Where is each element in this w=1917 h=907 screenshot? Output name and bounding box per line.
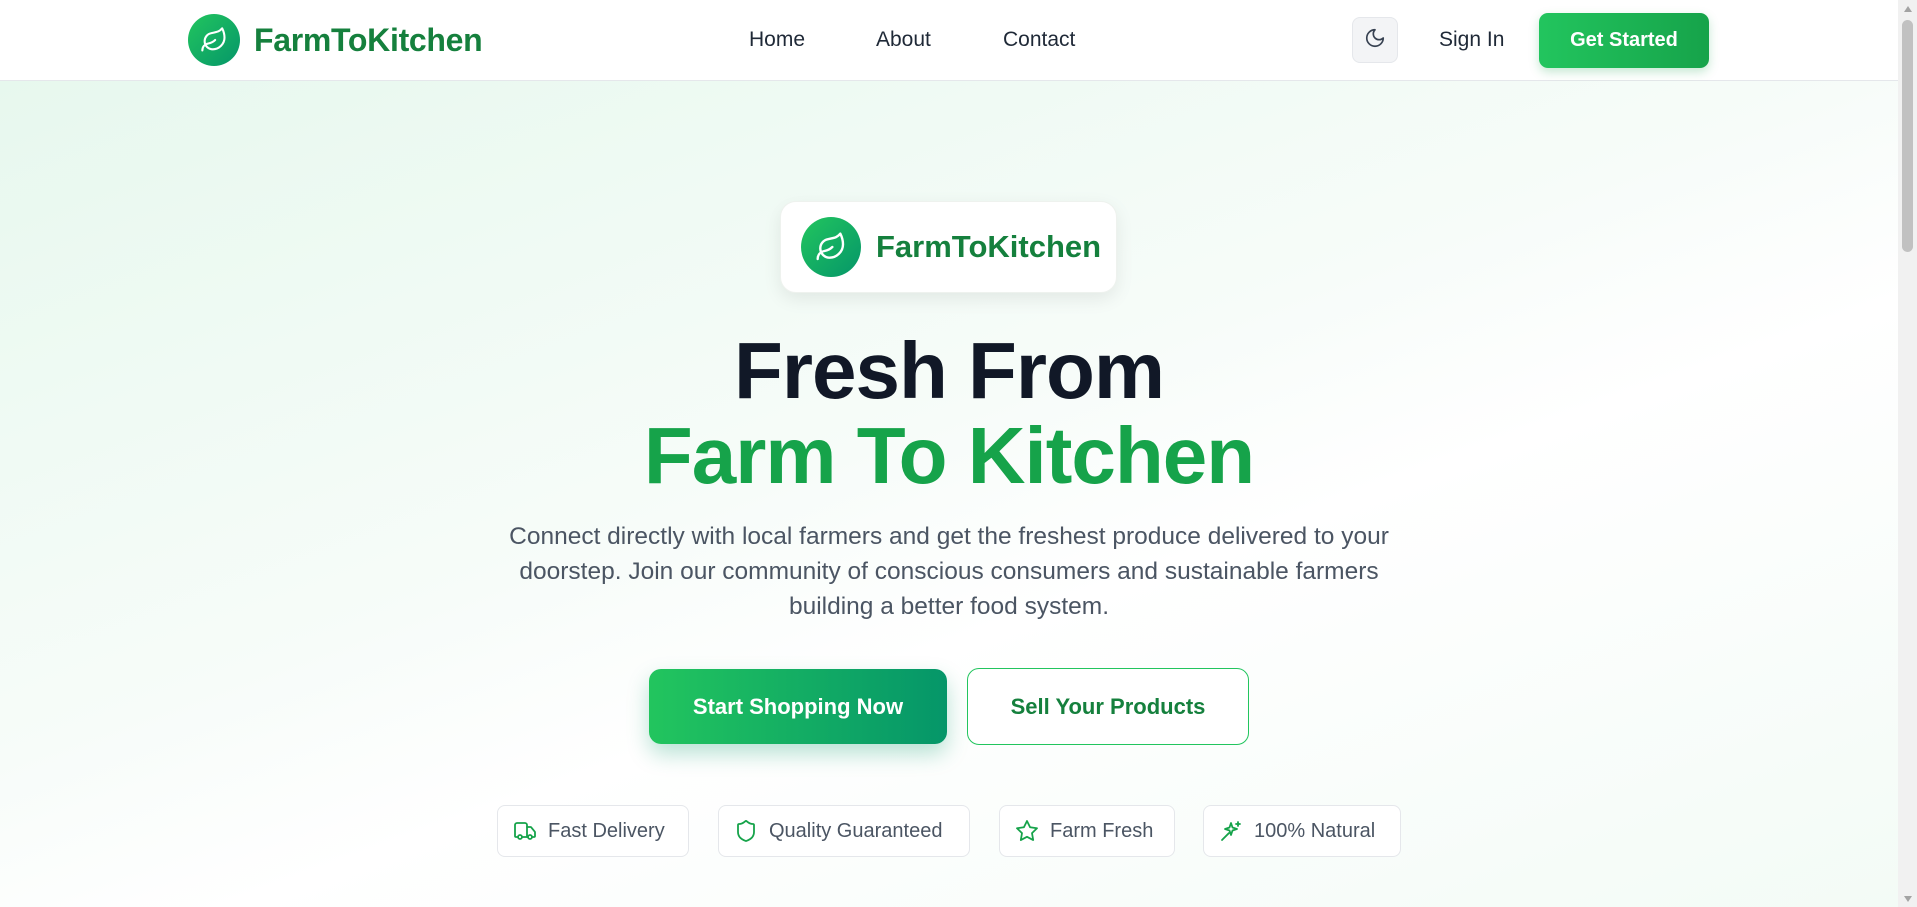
nav-about-label: About <box>876 28 931 51</box>
feature-label: Quality Guaranteed <box>769 819 943 842</box>
start-shopping-label: Start Shopping Now <box>692 693 904 719</box>
page-scrollbar[interactable] <box>1898 0 1917 907</box>
top-navbar: FarmToKitchen Home About Contact Sign In… <box>0 0 1898 81</box>
nav-home-label: Home <box>749 28 806 51</box>
sell-products-label: Sell Your Products <box>1010 693 1206 719</box>
nav-about-link[interactable]: About <box>876 22 931 58</box>
shield-icon <box>733 818 759 844</box>
nav-contact-label: Contact <box>1003 28 1076 51</box>
brand-logo-link[interactable]: FarmToKitchen <box>188 14 483 66</box>
truck-icon <box>512 818 538 844</box>
moon-icon <box>1364 27 1386 54</box>
get-started-label: Get Started <box>1570 29 1678 51</box>
sparkles-icon <box>1218 818 1244 844</box>
feature-quality-guaranteed: Quality Guaranteed <box>718 805 970 857</box>
hero-description: Connect directly with local farmers and … <box>509 523 1389 620</box>
scrollbar-thumb[interactable] <box>1902 20 1913 252</box>
sign-in-label: Sign In <box>1439 28 1505 51</box>
feature-100-natural: 100% Natural <box>1203 805 1401 857</box>
scroll-up-arrow-icon[interactable] <box>1898 0 1917 17</box>
nav-contact-link[interactable]: Contact <box>1003 22 1075 58</box>
feature-label: Farm Fresh <box>1050 819 1154 842</box>
sell-products-button[interactable]: Sell Your Products <box>967 668 1249 745</box>
feature-label: 100% Natural <box>1254 819 1376 842</box>
nav-home-link[interactable]: Home <box>749 22 805 58</box>
hero-badge-label: FarmToKitchen <box>876 229 1102 264</box>
feature-label: Fast Delivery <box>548 819 665 842</box>
sign-in-link[interactable]: Sign In <box>1439 22 1504 58</box>
get-started-button[interactable]: Get Started <box>1539 13 1709 68</box>
hero-headline-line1: Fresh From <box>733 326 1165 415</box>
leaf-icon <box>801 217 861 277</box>
hero-brand-badge: FarmToKitchen <box>780 201 1117 293</box>
hero-section: FarmToKitchen Fresh From Farm To Kitchen… <box>0 81 1898 907</box>
feature-farm-fresh: Farm Fresh <box>999 805 1175 857</box>
theme-toggle-button[interactable] <box>1352 17 1398 63</box>
brand-name: FarmToKitchen <box>254 21 483 58</box>
hero-headline-line2: Farm To Kitchen <box>643 411 1255 500</box>
start-shopping-button[interactable]: Start Shopping Now <box>649 669 947 744</box>
leaf-icon <box>188 14 240 66</box>
scroll-down-arrow-icon[interactable] <box>1898 890 1917 907</box>
star-icon <box>1014 818 1040 844</box>
feature-fast-delivery: Fast Delivery <box>497 805 689 857</box>
